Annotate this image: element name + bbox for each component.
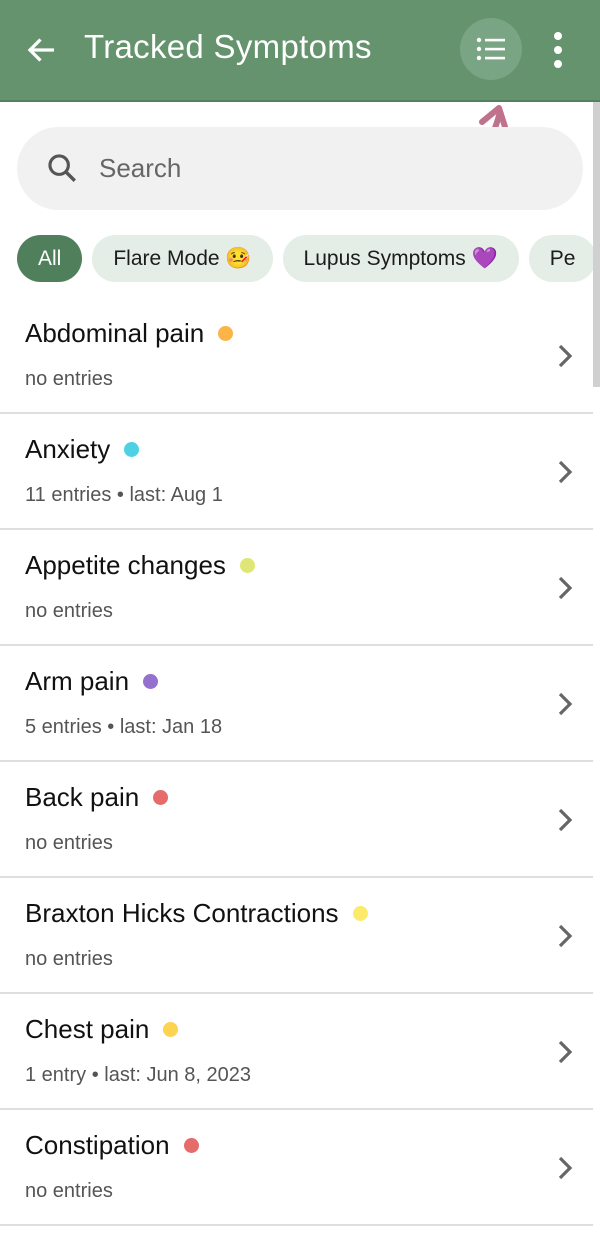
chevron-right-icon	[558, 1040, 573, 1064]
symptom-entries: no entries	[25, 948, 113, 970]
symptom-row[interactable]: Appetite changes no entries	[0, 530, 593, 646]
symptom-entries: no entries	[25, 600, 113, 622]
symptom-name: Chest pain	[25, 1014, 179, 1045]
chevron-right-icon	[558, 692, 573, 716]
color-dot	[124, 441, 140, 457]
symptom-row[interactable]: Back pain no entries	[0, 762, 593, 878]
filter-chips: All Flare Mode 🤒 Lupus Symptoms 💜 Pe	[17, 235, 600, 282]
color-dot	[153, 789, 169, 805]
symptom-row[interactable]: Constipation no entries	[0, 1110, 593, 1226]
list-view-icon	[476, 37, 505, 61]
symptom-row[interactable]: Arm pain 5 entries • last: Jan 18	[0, 646, 593, 762]
chevron-right-icon	[558, 808, 573, 832]
chip-all[interactable]: All	[17, 235, 83, 282]
symptom-name: Appetite changes	[25, 550, 255, 581]
symptom-name: Constipation	[25, 1130, 199, 1161]
symptom-entries: 1 entry • last: Jun 8, 2023	[25, 1064, 252, 1086]
app-bar: Tracked Symptoms	[0, 0, 600, 102]
symptom-entries: no entries	[25, 368, 113, 390]
symptom-name: Arm pain	[25, 666, 159, 697]
color-dot	[352, 905, 368, 921]
symptom-name: Back pain	[25, 782, 169, 813]
chip-partial[interactable]: Pe	[528, 235, 597, 282]
chevron-right-icon	[558, 1156, 573, 1180]
more-vert-icon[interactable]	[546, 30, 570, 70]
color-dot	[218, 325, 234, 341]
chevron-right-icon	[558, 576, 573, 600]
symptom-entries: 11 entries • last: Aug 1	[25, 484, 223, 506]
search-icon	[48, 154, 76, 182]
symptom-list: Abdominal pain no entries Anxiety 11 ent…	[0, 298, 593, 1226]
symptom-row[interactable]: Anxiety 11 entries • last: Aug 1	[0, 414, 593, 530]
scrollbar[interactable]	[593, 102, 600, 387]
symptom-name: Braxton Hicks Contractions	[25, 898, 368, 929]
search-input[interactable]	[99, 147, 539, 189]
color-dot	[183, 1137, 199, 1153]
symptom-row[interactable]: Abdominal pain no entries	[0, 298, 593, 414]
color-dot	[163, 1021, 179, 1037]
chevron-right-icon	[558, 924, 573, 948]
list-view-button[interactable]	[460, 18, 522, 80]
symptom-entries: no entries	[25, 832, 113, 854]
chevron-right-icon	[558, 344, 573, 368]
symptom-entries: 5 entries • last: Jan 18	[25, 716, 223, 738]
symptom-name: Abdominal pain	[25, 318, 234, 349]
symptom-name: Anxiety	[25, 434, 140, 465]
symptom-row[interactable]: Braxton Hicks Contractions no entries	[0, 878, 593, 994]
page-title: Tracked Symptoms	[84, 28, 372, 65]
chip-lupus-symptoms[interactable]: Lupus Symptoms 💜	[282, 235, 519, 282]
search-bar[interactable]	[17, 127, 583, 210]
chip-flare-mode[interactable]: Flare Mode 🤒	[92, 235, 273, 282]
symptom-entries: no entries	[25, 1180, 113, 1202]
color-dot	[143, 673, 159, 689]
arrow-left-icon[interactable]	[24, 32, 60, 68]
chevron-right-icon	[558, 460, 573, 484]
color-dot	[239, 557, 255, 573]
symptom-row[interactable]: Chest pain 1 entry • last: Jun 8, 2023	[0, 994, 593, 1110]
